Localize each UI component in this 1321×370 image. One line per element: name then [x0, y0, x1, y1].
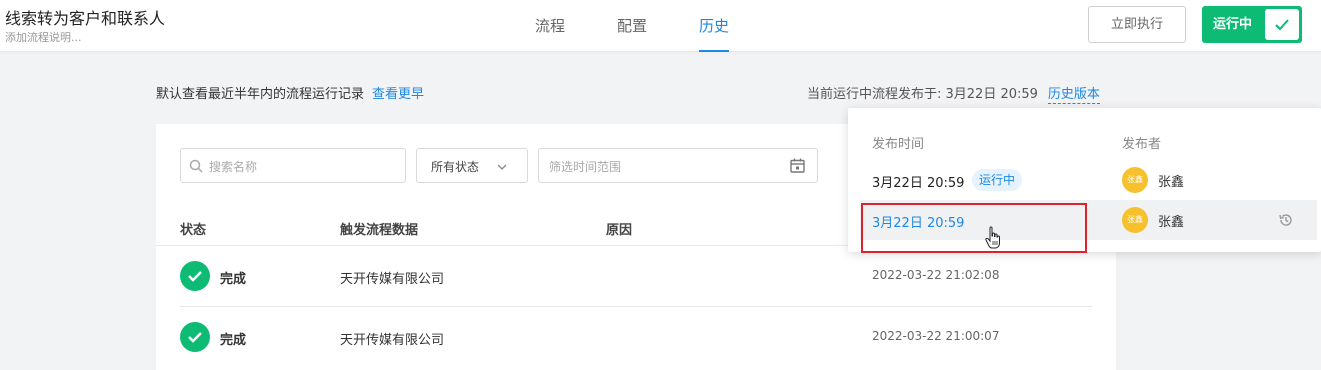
page-description[interactable]: 添加流程说明... [5, 29, 82, 45]
version-time: 3月22日 20:59 [872, 176, 965, 191]
running-toggle[interactable]: 运行中 [1202, 6, 1302, 43]
popover-header-publisher: 发布者 [1122, 137, 1162, 152]
publisher-name: 张鑫 [1158, 215, 1185, 230]
calendar-icon [790, 158, 805, 177]
row-time: 2022-03-22 21:00:07 [872, 329, 1000, 343]
column-header-data: 触发流程数据 [340, 223, 419, 238]
info-right: 当前运行中流程发布于: 3月22日 20:59 历史版本 [807, 83, 1100, 104]
history-version-link[interactable]: 历史版本 [1047, 87, 1100, 104]
avatar: 张鑫 [1122, 167, 1148, 193]
run-now-button[interactable]: 立即执行 [1088, 6, 1186, 43]
search-icon [189, 159, 203, 177]
hand-cursor-icon [984, 226, 1002, 254]
tab-history[interactable]: 历史 [684, 0, 744, 52]
check-icon [1265, 9, 1299, 40]
status-value: 所有状态 [431, 160, 480, 174]
avatar: 张鑫 [1122, 207, 1148, 233]
success-check-icon [180, 322, 210, 352]
top-header: 线索转为客户和联系人 添加流程说明... 流程 配置 历史 立即执行 运行中 [0, 0, 1321, 52]
column-header-status: 状态 [180, 223, 207, 238]
running-badge: 运行中 [972, 169, 1023, 191]
date-placeholder: 筛选时间范围 [549, 160, 622, 174]
page-title: 线索转为客户和联系人 [5, 9, 166, 28]
search-input[interactable]: 搜索名称 [180, 148, 406, 183]
current-publish-text: 当前运行中流程发布于: 3月22日 20:59 [807, 87, 1038, 102]
publisher-name: 张鑫 [1158, 175, 1185, 190]
info-left: 默认查看最近半年内的流程运行记录 查看更早 [156, 83, 424, 102]
version-row[interactable]: 3月22日 20:59 运行中 张鑫 张鑫 [860, 160, 1317, 200]
row-status: 完成 [220, 272, 247, 287]
view-earlier-link[interactable]: 查看更早 [372, 87, 424, 102]
table-row[interactable]: 完成 天开传媒有限公司 2022-03-22 21:02:08 [156, 246, 1116, 306]
tab-bar: 流程 配置 历史 [520, 0, 766, 52]
highlight-box [861, 203, 1087, 253]
row-time: 2022-03-22 21:02:08 [872, 268, 1000, 282]
table-row[interactable]: 完成 天开传媒有限公司 2022-03-22 21:00:07 [156, 307, 1116, 367]
row-data: 天开传媒有限公司 [340, 333, 445, 348]
date-range-input[interactable]: 筛选时间范围 [538, 148, 818, 183]
row-data: 天开传媒有限公司 [340, 272, 445, 287]
tab-config[interactable]: 配置 [602, 0, 662, 52]
row-status: 完成 [220, 333, 247, 348]
search-placeholder: 搜索名称 [209, 160, 258, 174]
success-check-icon [180, 261, 210, 291]
info-text: 默认查看最近半年内的流程运行记录 [156, 87, 365, 102]
column-header-reason: 原因 [606, 223, 633, 238]
chevron-down-icon [497, 160, 507, 175]
history-icon[interactable] [1278, 212, 1294, 232]
status-select[interactable]: 所有状态 [416, 148, 528, 183]
popover-header-time: 发布时间 [872, 137, 925, 152]
toggle-label: 运行中 [1213, 17, 1253, 32]
tab-flow[interactable]: 流程 [520, 0, 580, 52]
